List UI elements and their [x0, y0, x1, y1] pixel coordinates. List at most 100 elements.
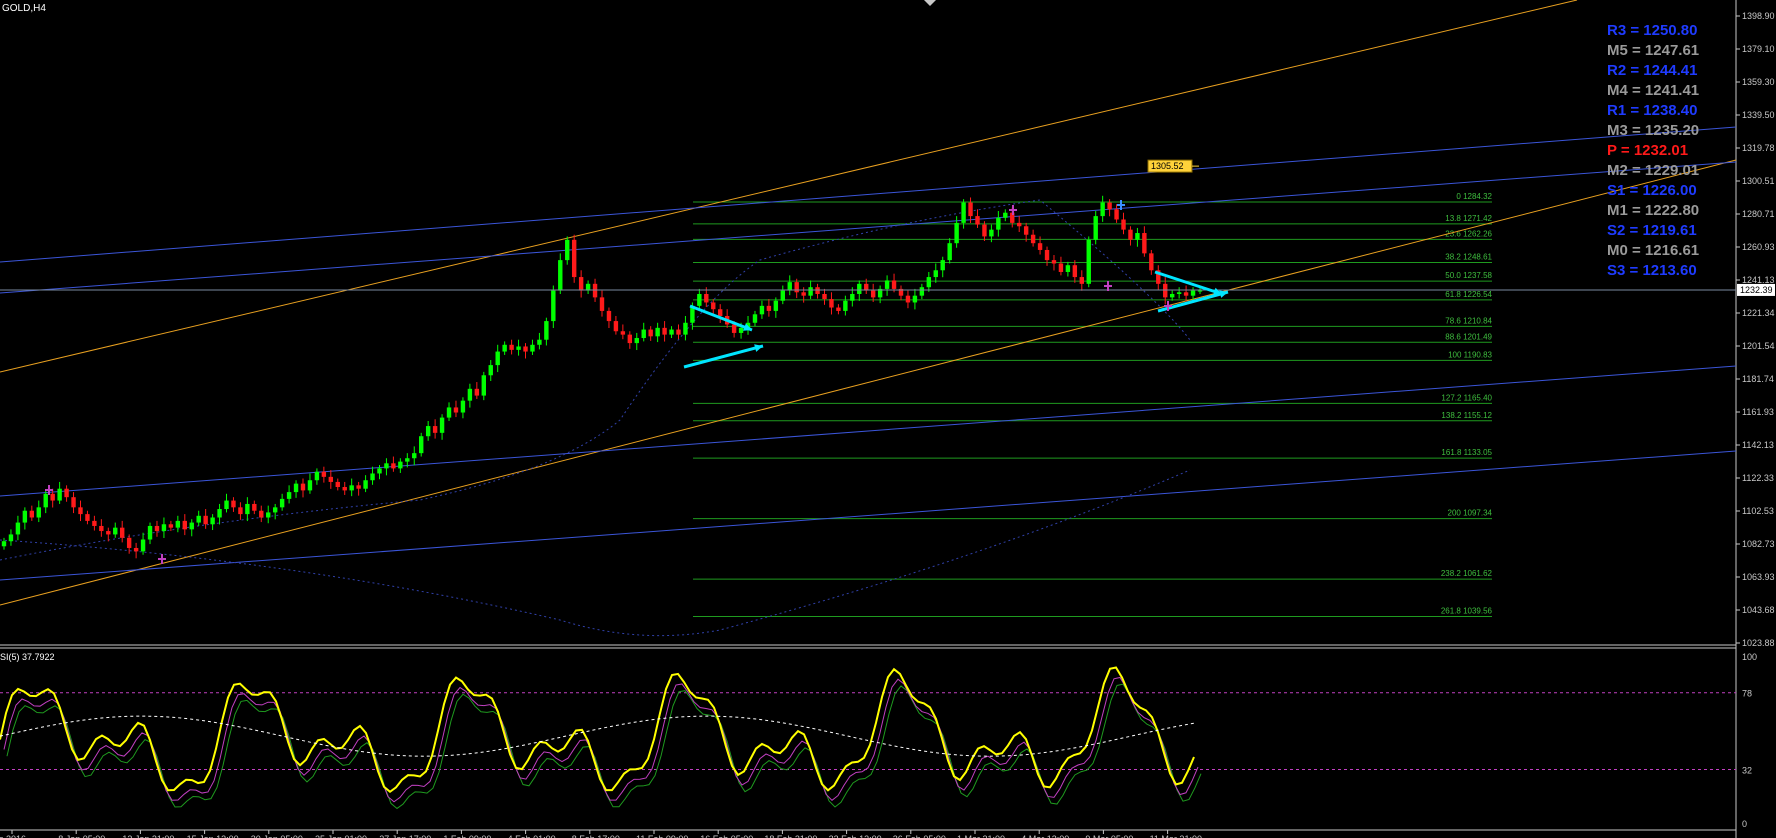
- price-tick-label: 1023.88: [1742, 638, 1775, 648]
- bull-candle: [773, 300, 779, 311]
- bull-candle: [293, 483, 299, 493]
- bull-candle: [377, 468, 382, 474]
- time-tick-label: ec 2016: [0, 834, 26, 838]
- bull-candle: [363, 480, 368, 489]
- time-tick-label: 27 Jan 17:00: [379, 834, 431, 838]
- oscillator-axis-label: 78: [1742, 689, 1752, 699]
- bull-candle: [224, 500, 229, 510]
- bull-candle: [912, 295, 918, 303]
- bull-candle: [286, 492, 292, 499]
- price-tick-label: 1221.34: [1742, 308, 1775, 318]
- bear-candle: [71, 497, 76, 508]
- bear-candle: [29, 510, 35, 518]
- bear-candle: [662, 327, 667, 335]
- bear-candle: [85, 514, 90, 521]
- bull-candle: [697, 293, 702, 306]
- bear-candle: [474, 388, 480, 396]
- bear-candle: [606, 310, 612, 322]
- bear-candle: [1121, 219, 1126, 230]
- bear-candle: [133, 547, 139, 552]
- bull-candle: [1169, 293, 1175, 298]
- oscillator-axis-label: 100: [1742, 652, 1757, 662]
- pivot-level-label: M4 = 1241.41: [1607, 82, 1699, 99]
- bull-candle: [217, 509, 222, 518]
- price-tick-label: 1339.50: [1742, 110, 1775, 120]
- bear-candle: [328, 476, 334, 482]
- bull-candle: [412, 453, 417, 459]
- fib-level-label: 23.6 1262.26: [1445, 229, 1492, 238]
- bear-candle: [78, 507, 83, 515]
- bull-candle: [1093, 216, 1098, 240]
- bear-candle: [231, 500, 236, 508]
- pivot-level-label: M5 = 1247.61: [1607, 42, 1699, 59]
- price-tick-label: 1063.93: [1742, 572, 1775, 582]
- bear-candle: [1142, 233, 1147, 254]
- bull-candle: [884, 280, 890, 289]
- bear-candle: [592, 283, 598, 298]
- time-tick-label: 23 Feb 13:00: [829, 834, 882, 838]
- price-tick-label: 1280.71: [1742, 209, 1775, 219]
- time-tick-label: 1 Feb 09:00: [443, 834, 491, 838]
- fib-level-label: 200 1097.34: [1448, 509, 1493, 518]
- bull-candle: [502, 344, 507, 352]
- bull-candle: [1197, 290, 1203, 292]
- fib-level-label: 261.8 1039.56: [1441, 606, 1493, 615]
- bear-candle: [1044, 249, 1050, 261]
- bear-candle: [99, 525, 104, 532]
- bull-candle: [843, 300, 848, 311]
- bear-candle: [126, 537, 132, 548]
- bull-candle: [15, 522, 21, 535]
- bull-candle: [669, 329, 674, 335]
- bear-candle: [718, 309, 723, 317]
- bear-candle: [391, 463, 396, 469]
- bull-candle: [954, 222, 959, 244]
- pivot-level-label: M2 = 1229.01: [1607, 162, 1699, 179]
- bear-candle: [259, 510, 264, 518]
- price-tick-label: 1398.90: [1742, 11, 1775, 21]
- bull-candle: [349, 485, 354, 491]
- pivot-level-label: M3 = 1235.20: [1607, 122, 1699, 139]
- time-tick-label: 1 Mar 21:00: [957, 834, 1005, 838]
- bull-candle: [1135, 233, 1140, 240]
- bear-candle: [676, 329, 681, 335]
- time-tick-label: 18 Feb 21:00: [764, 834, 817, 838]
- bull-candle: [641, 329, 646, 339]
- bear-candle: [613, 321, 619, 332]
- time-tick-label: 20 Jan 05:00: [251, 834, 303, 838]
- bear-candle: [182, 520, 187, 530]
- pivot-level-label: S2 = 1219.61: [1607, 222, 1697, 239]
- bear-candle: [571, 239, 577, 278]
- price-chart[interactable]: GOLD,H4 0 1284.32 13.8 1271.42 23.6 1262.2…: [0, 0, 1776, 838]
- bull-candle: [272, 507, 278, 513]
- bear-candle: [822, 293, 827, 300]
- bull-candle: [43, 493, 48, 508]
- fib-level-label: 0 1284.32: [1456, 192, 1492, 201]
- fib-level-label: 127.2 1165.40: [1441, 393, 1492, 402]
- time-tick-label: 25 Jan 01:00: [315, 834, 367, 838]
- bull-candle: [245, 503, 250, 515]
- bull-candle: [1, 541, 7, 547]
- price-tick-label: 1043.68: [1742, 605, 1775, 615]
- bull-candle: [544, 321, 549, 340]
- bull-candle: [634, 338, 639, 344]
- bear-candle: [578, 277, 584, 291]
- bear-candle: [432, 426, 438, 433]
- bear-candle: [766, 305, 772, 311]
- time-tick-label: 8 Feb 17:00: [572, 834, 620, 838]
- price-tick-label: 1359.30: [1742, 77, 1775, 87]
- pivot-level-label: S3 = 1213.60: [1607, 262, 1697, 279]
- bull-candle: [558, 260, 563, 291]
- time-tick-label: 4 Mar 13:00: [1021, 834, 1069, 838]
- price-tick-label: 1102.53: [1742, 506, 1774, 516]
- current-price-label: 1232.39: [1740, 285, 1773, 295]
- price-tick-label: 1300.51: [1742, 176, 1775, 186]
- bull-candle: [36, 507, 41, 518]
- price-tick-label: 1181.74: [1742, 374, 1774, 384]
- bull-candle: [307, 480, 313, 491]
- bear-candle: [829, 299, 834, 308]
- bull-candle: [495, 351, 500, 366]
- bear-candle: [252, 503, 257, 511]
- bear-candle: [335, 481, 340, 488]
- bull-candle: [460, 400, 466, 413]
- chart-background: [0, 0, 1776, 838]
